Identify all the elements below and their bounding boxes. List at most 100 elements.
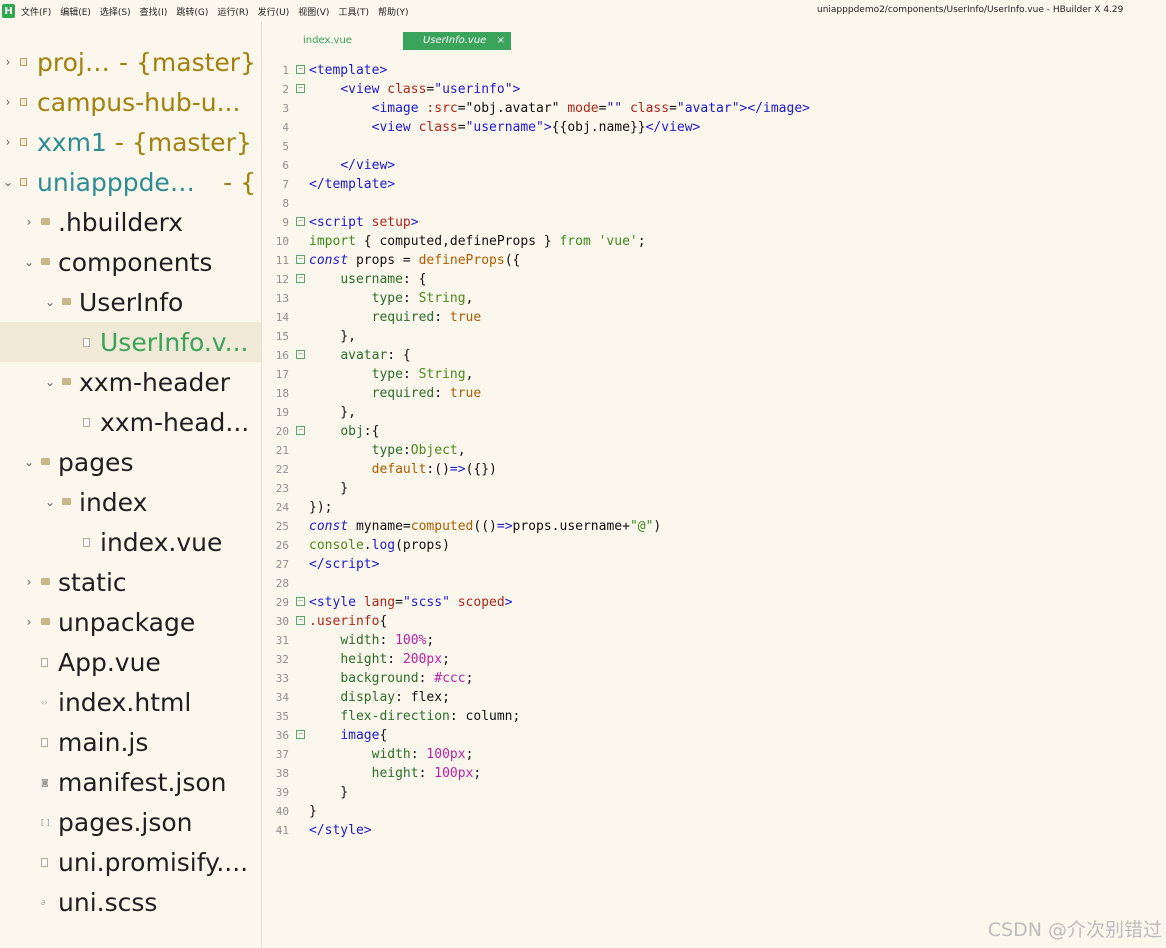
fold-toggle-icon[interactable]: −	[296, 255, 305, 264]
folder-icon	[40, 617, 50, 627]
tab-userinfo-vue[interactable]: UserInfo.vue ×	[403, 32, 511, 50]
chevron-right-icon[interactable]: ›	[24, 215, 34, 229]
line-number: 11	[275, 254, 289, 267]
fold-toggle-icon[interactable]: −	[296, 350, 305, 359]
code-text: type: String,	[371, 291, 474, 306]
scss-file-icon: ∂	[41, 898, 46, 907]
tree-item[interactable]: ◙ manifest.json	[0, 762, 261, 802]
tree-item[interactable]: ‹› index.html	[0, 682, 261, 722]
chevron-down-icon[interactable]: ⌄	[24, 255, 34, 269]
code-text: console.log(props)	[309, 538, 450, 553]
window-title: uniapppdemo2/components/UserInfo/UserInf…	[817, 5, 1124, 15]
tree-item[interactable]: ⌄ xxm-header	[0, 362, 261, 402]
code-text: display: flex;	[340, 690, 450, 705]
menu-item-9[interactable]: 帮助(Y)	[378, 5, 409, 18]
code-text: </template>	[309, 177, 396, 192]
line-number: 16	[275, 349, 289, 362]
code-line: 27 </script>	[262, 555, 1166, 574]
tree-item[interactable]: › xxm1- {master}	[0, 122, 256, 162]
fold-toggle-icon[interactable]: −	[296, 65, 305, 74]
chevron-down-icon[interactable]: ⌄	[45, 295, 55, 309]
menu-item-8[interactable]: 工具(T)	[338, 5, 369, 18]
tree-item[interactable]: › project - {master}	[0, 42, 256, 82]
code-line: 24});	[262, 498, 1166, 517]
close-icon[interactable]: ×	[497, 32, 505, 50]
code-text: <script setup>	[309, 215, 419, 230]
code-text: width: 100%;	[340, 633, 435, 648]
chevron-down-icon[interactable]: ⌄	[45, 495, 55, 509]
chevron-right-icon[interactable]: ›	[24, 615, 34, 629]
line-number: 32	[275, 653, 289, 666]
tree-item-label: .hbuilderx	[58, 207, 184, 237]
code-text: required: true	[371, 386, 482, 401]
tree-item[interactable]: › campus-hub-u...	[0, 82, 256, 122]
code-line: 37 width: 100px;	[262, 745, 1166, 764]
repository-icon	[19, 177, 29, 187]
tab-index-vue[interactable]: index.vue	[303, 32, 352, 50]
fold-toggle-icon[interactable]: −	[296, 84, 305, 93]
tree-item[interactable]: UserInfo.v...	[0, 322, 261, 362]
fold-toggle-icon[interactable]: −	[296, 616, 305, 625]
code-line: 40}	[262, 802, 1166, 821]
code-line: 28	[262, 574, 1166, 593]
tree-item[interactable]: ⌄ UserInfo	[0, 282, 261, 322]
menu-item-5[interactable]: 运行(R)	[217, 5, 248, 18]
git-branch-label: - {	[223, 167, 256, 197]
line-number: 21	[275, 444, 289, 457]
code-text: <template>	[309, 63, 388, 78]
code-text: type: String,	[371, 367, 474, 382]
chevron-right-icon[interactable]: ›	[3, 95, 13, 109]
line-number: 13	[275, 292, 289, 305]
tree-item[interactable]: ⌄ index	[0, 482, 261, 522]
tree-item[interactable]: ⌄ components	[0, 242, 261, 282]
tree-item[interactable]: [ ] pages.json	[0, 802, 261, 842]
fold-toggle-icon[interactable]: −	[296, 730, 305, 739]
line-number: 40	[275, 805, 289, 818]
line-number: 14	[275, 311, 289, 324]
file-icon	[82, 417, 92, 427]
tree-item[interactable]: › static	[0, 562, 261, 602]
folder-icon	[61, 297, 71, 307]
chevron-right-icon[interactable]: ›	[3, 55, 13, 69]
tree-item[interactable]: ⌄ uniapppdemo2- {	[0, 162, 256, 202]
tree-item[interactable]: main.js	[0, 722, 261, 762]
code-line: 6 </view>	[262, 156, 1166, 175]
code-line: 21 type:Object,	[262, 441, 1166, 460]
tree-item[interactable]: ⌄ pages	[0, 442, 261, 482]
menu-item-0[interactable]: 文件(F)	[21, 5, 51, 18]
code-line: 25 const myname=computed(()=>props.userna…	[262, 517, 1166, 536]
watermark: CSDN @介次别错过	[987, 919, 1162, 941]
tree-item[interactable]: xxm-head...	[0, 402, 261, 442]
chevron-right-icon[interactable]: ›	[3, 135, 13, 149]
tree-item[interactable]: uni.promisify....	[0, 842, 261, 882]
file-icon	[82, 537, 92, 547]
chevron-down-icon[interactable]: ⌄	[3, 175, 13, 189]
menu-item-1[interactable]: 编辑(E)	[60, 5, 91, 18]
code-text: }	[309, 481, 349, 496]
tree-item[interactable]: App.vue	[0, 642, 261, 682]
code-text: },	[309, 329, 356, 344]
chevron-down-icon[interactable]: ⌄	[24, 455, 34, 469]
tree-item[interactable]: ∂ uni.scss	[0, 882, 261, 922]
fold-toggle-icon[interactable]: −	[296, 274, 305, 283]
menu-item-6[interactable]: 发行(U)	[258, 5, 290, 18]
fold-toggle-icon[interactable]: −	[296, 597, 305, 606]
tree-item[interactable]: › unpackage	[0, 602, 261, 642]
line-number: 24	[275, 501, 289, 514]
line-number: 23	[275, 482, 289, 495]
menu-item-2[interactable]: 选择(S)	[100, 5, 131, 18]
manifest-file-icon: ◙	[41, 778, 49, 787]
chevron-down-icon[interactable]: ⌄	[45, 375, 55, 389]
code-line: 9− <script setup>	[262, 213, 1166, 232]
html-file-icon: ‹›	[41, 698, 48, 707]
menu-item-4[interactable]: 跳转(G)	[176, 5, 208, 18]
chevron-right-icon[interactable]: ›	[24, 575, 34, 589]
fold-toggle-icon[interactable]: −	[296, 426, 305, 435]
tree-item-label: manifest.json	[58, 767, 227, 797]
menu-item-7[interactable]: 视图(V)	[298, 5, 329, 18]
line-number: 17	[275, 368, 289, 381]
fold-toggle-icon[interactable]: −	[296, 217, 305, 226]
menu-item-3[interactable]: 查找(I)	[140, 5, 168, 18]
tree-item[interactable]: index.vue	[0, 522, 261, 562]
tree-item[interactable]: › .hbuilderx	[0, 202, 261, 242]
